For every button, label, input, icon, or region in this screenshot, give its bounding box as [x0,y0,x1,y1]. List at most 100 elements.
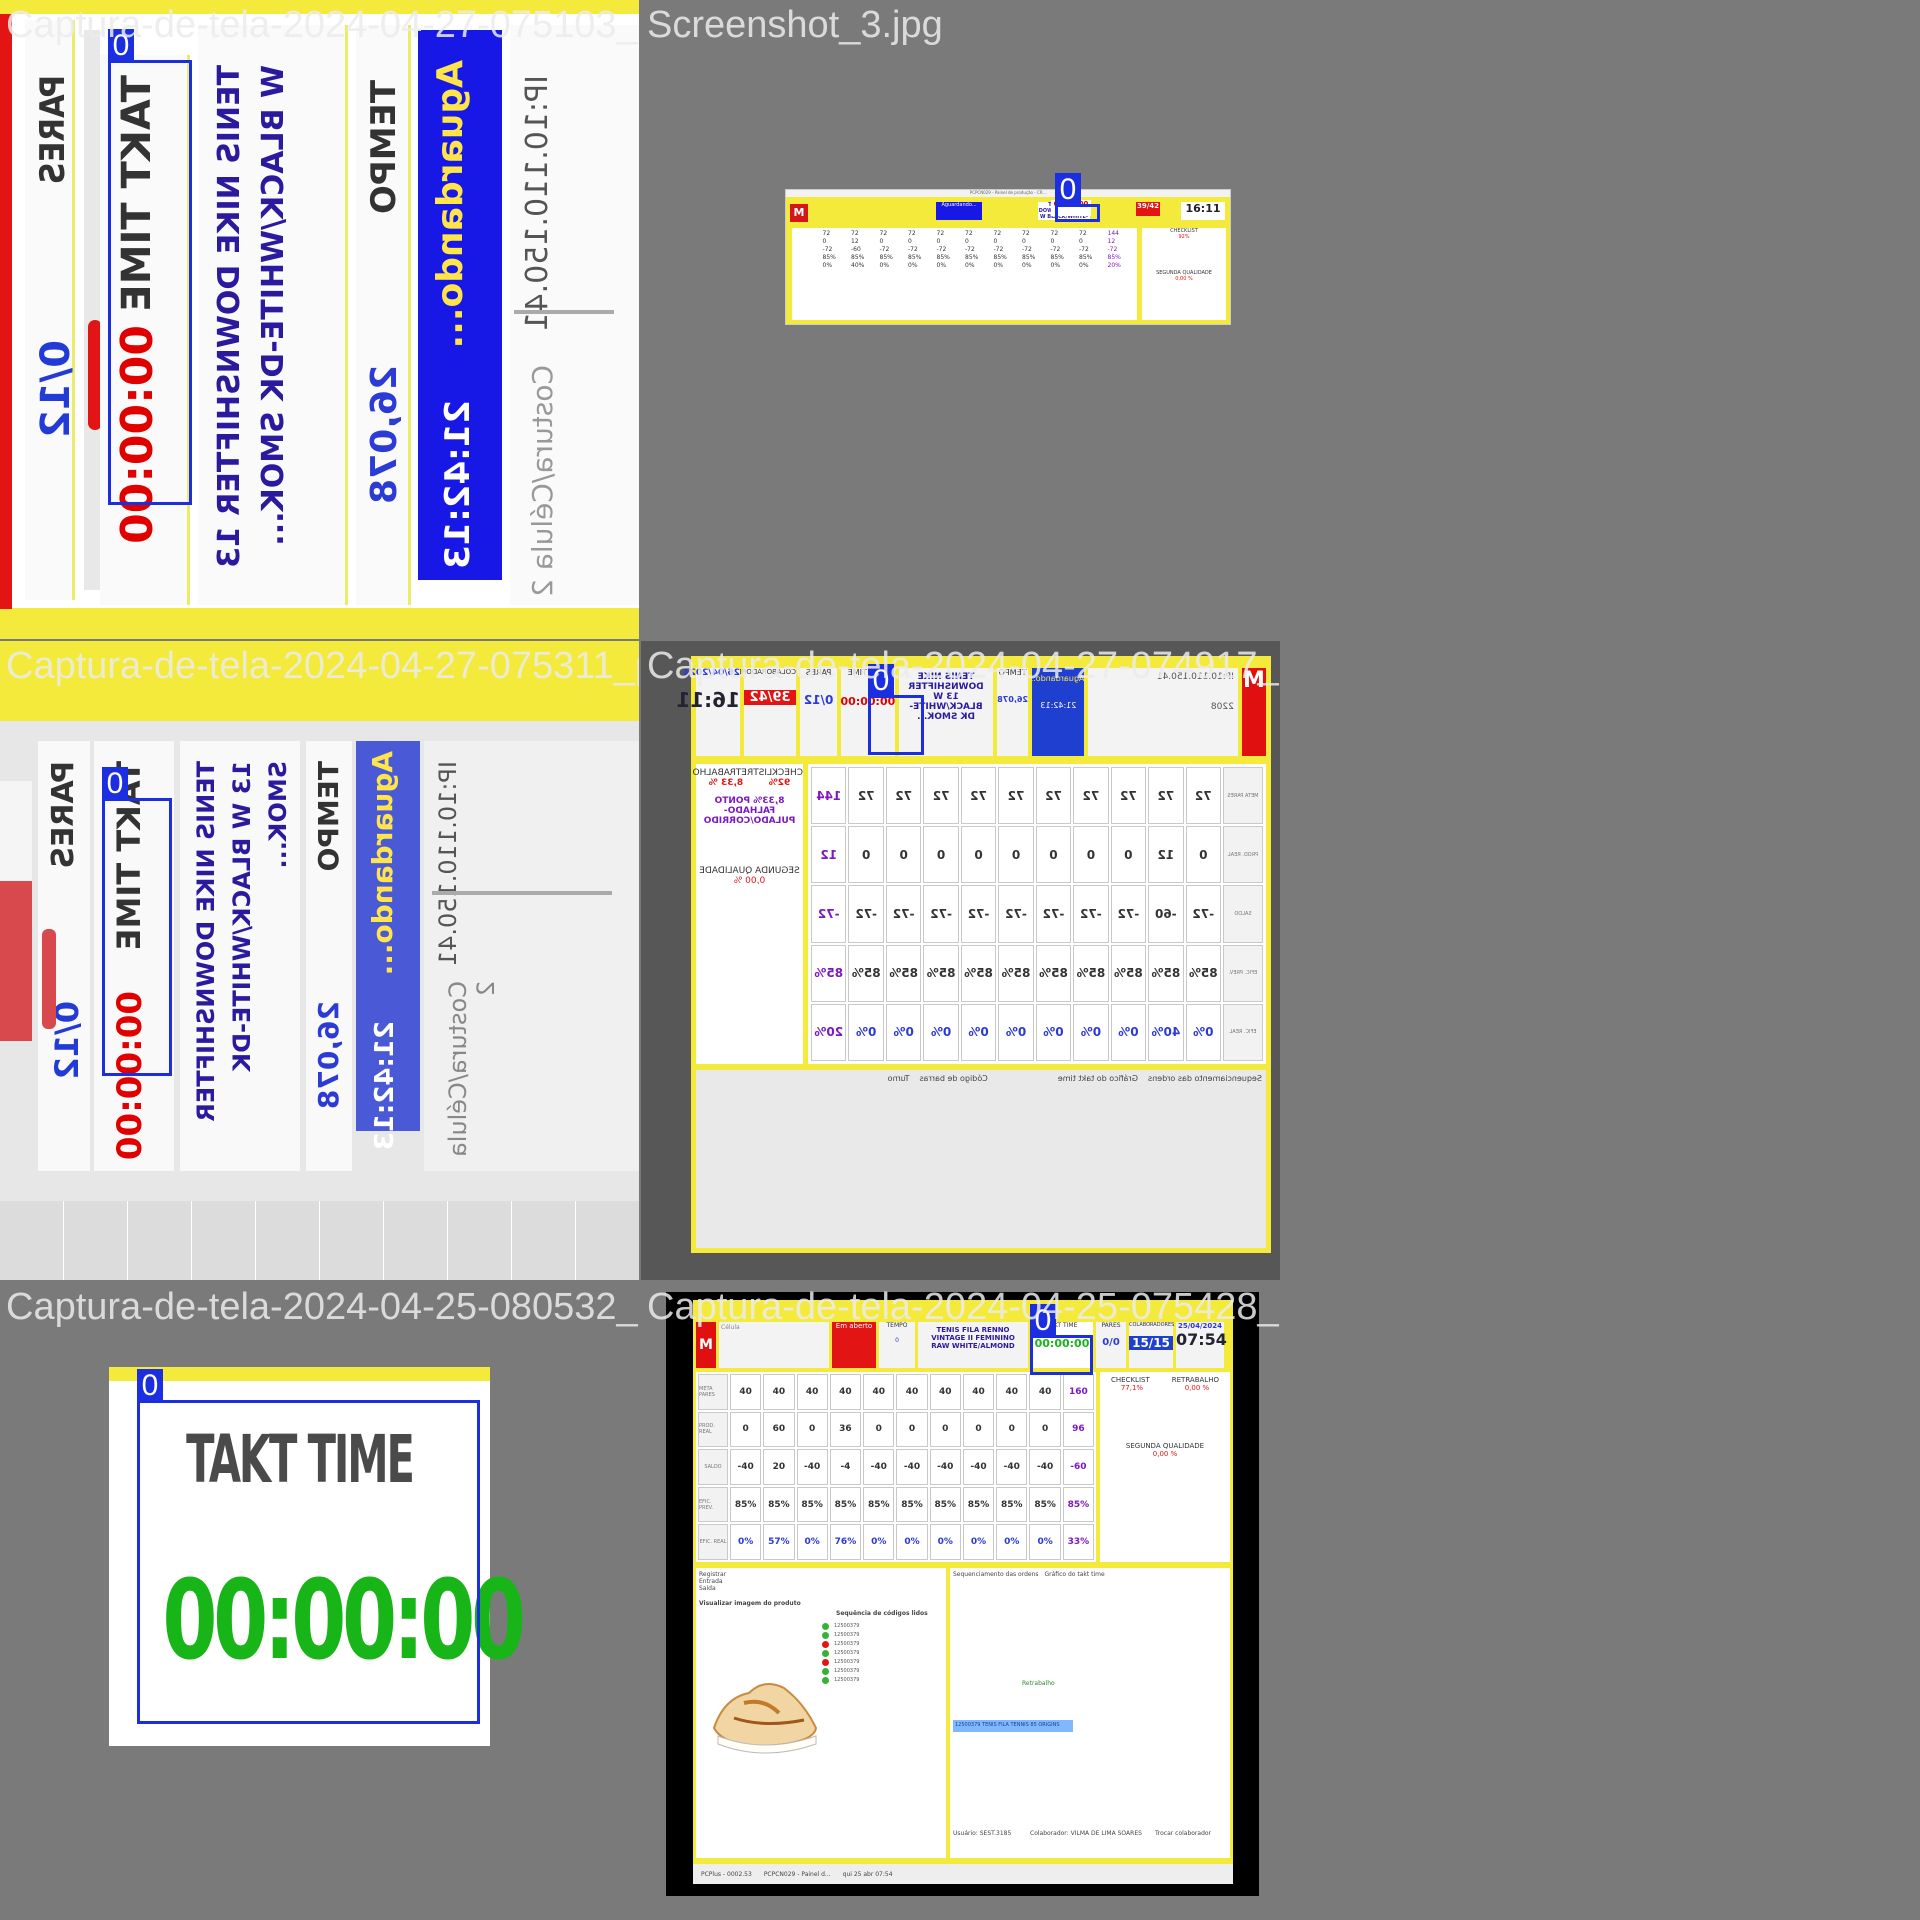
registrar-label: Registrar [699,1571,727,1578]
tile-1: PARES 0/12 TAKT TIME 00:00:00 TENIS NIKE… [0,0,639,639]
table-cell: 0% [796,1524,828,1560]
trocar-colaborador-button[interactable]: Trocar colaborador [1155,1830,1211,1837]
table-cell: 85% [998,944,1034,1002]
tab-grafico[interactable]: Gráfico do takt time [1058,1074,1138,1083]
pares-label-r: PARES [805,668,832,677]
segunda-value-small: 0,00 % [1175,276,1193,282]
colab-small: 39/42 [1136,202,1160,216]
takt-time-bbox: 0 [137,1369,480,1724]
clock-small: 16:11 [1181,202,1225,220]
cell-value-r: 2208 [1210,702,1234,712]
taskbar-clock: qui 25 abr 07:54 [842,1870,893,1878]
table-cell: 0 [929,1411,961,1448]
segunda-label-6: SEGUNDA QUALIDADE [1125,1442,1205,1450]
pares-value: 0/12 [33,340,79,439]
saida-radio[interactable]: Saída [699,1585,943,1592]
takt-time-bbox: 0 [102,767,172,1076]
tempo-value-z: 26,078 [312,1001,345,1110]
tile-2: PCPCN029 - Painel de produção - CR... M … [641,0,1280,639]
status-text: Aguardando... [430,60,471,349]
pares-column: PARES 0/12 [25,20,79,600]
time-r: 16:11 [676,688,741,712]
tempo-column: TEMPO 26,078 [356,25,411,605]
turno-label: Turno [887,1074,910,1083]
tile-6: M Célula Em aberto TEMPO 0 TENIS FILA RE… [641,1282,1280,1920]
table-cell: 85% [1185,944,1221,1002]
table-cell: 0% [998,1003,1034,1061]
status-column: Aguardando... 21:42:13 [418,30,502,580]
table-cell: 72 [1073,767,1109,825]
usuario-label: Usuário: SEST.3185 [953,1830,1012,1837]
colab-value-r: 39/42 [744,690,797,705]
date-r: 26/04/2024 [683,668,741,678]
table-cell: 85% [996,1486,1028,1523]
table-cell: -72 [811,885,847,943]
table-cell: -40 [863,1449,895,1485]
table-cell: 72 [848,767,884,825]
row-label: META PARES [698,1374,728,1410]
order-selected-row[interactable]: 12500379 TENIS FILA TENNIS 85 ORIGINS [953,1720,1073,1732]
tile-4: M IP:10.110.150.41 2208 Aguardando... 21… [641,641,1280,1280]
table-cell: 85% [863,1486,895,1523]
taskbar-item-pcplus[interactable]: PCPlus - 0002.53 [701,1871,752,1878]
retrabalho-value-6: 0,00 % [1184,1384,1210,1392]
red-strip [0,14,12,609]
table-cell: 0 [1073,826,1109,884]
table-cell: 40 [929,1374,961,1410]
segunda-label-r: SEGUNDA QUALIDADE [699,866,800,876]
row-label: SALDO [1223,885,1263,943]
table-cell: 0% [885,1003,922,1061]
visualizar-checkbox[interactable]: Visualizar imagem do produto [699,1600,943,1607]
panel-thumbnail: PCPCN029 - Painel de produção - CR... M … [785,189,1231,325]
product-6: TENIS FILA RENNO VINTAGE II FEMININO RAW… [918,1322,1028,1368]
pares-label-6: PARES [1101,1322,1121,1329]
table-cell: 96 [1062,1411,1094,1448]
colab-label-r: COLABORADORES [732,668,797,676]
table-cell: -40 [1029,1449,1061,1485]
window-title: PCPCN029 - Painel de produção - CR... [786,190,1230,197]
table-cell: 0 [796,1411,828,1448]
tile-2-label: Screenshot_3.jpg [647,4,943,46]
table-cell: -72 [998,885,1034,943]
tempo-value-r: 26,078 [997,695,1029,704]
barcode-label: Código de barras [919,1074,988,1083]
table-cell: -72 [960,885,997,943]
table-cell: 85% [1110,944,1147,1002]
table-cell: 40 [1029,1374,1061,1410]
pares-value-6: 0/0 [1102,1337,1120,1348]
date-6: 25/04/2024 [1177,1322,1223,1330]
tempo-label-r: TEMPO [998,668,1027,677]
table-cell: 57% [763,1524,795,1560]
table-cell: 85% [848,944,884,1002]
row-label: META PARES [1223,767,1263,825]
table-cell: 40 [962,1374,995,1410]
colaborador-label: Colaborador: VILMA DE LIMA SOARES [1030,1830,1142,1837]
table-cell: 40 [763,1374,795,1410]
table-cell: 72 [960,767,997,825]
tab-graf-6[interactable]: Gráfico do takt time [1045,1571,1105,1578]
tab-seq-6[interactable]: Sequenciamento das ordens [953,1571,1039,1578]
table-cell: 76% [829,1524,862,1560]
taskbar-item-painel[interactable]: PCPCN029 - Painel d... [764,1871,831,1878]
table-cell: 0 [896,1411,928,1448]
table-cell: -40 [996,1449,1028,1485]
takt-time-bbox: 0 [868,664,924,755]
table-cell: 0% [960,1003,997,1061]
cell-label-6: Célula [721,1324,740,1331]
retrabalho-button[interactable]: Retrabalho [1022,1680,1055,1687]
ip-r: IP:10.110.150.41 [1156,672,1234,682]
tile-5-label: Captura-de-tela-2024-04-25-080532_png.rf [6,1286,639,1328]
table-cell: 20% [811,1003,847,1061]
table-cell: 0 [998,826,1034,884]
status-time-z: 21:42:13 [370,1021,400,1151]
table-cell: 85% [896,1486,928,1523]
table-cell: 40 [730,1374,762,1410]
taskbar: PCPlus - 0002.53 PCPCN029 - Painel d... … [693,1864,1233,1884]
class-tag: 0 [108,29,134,63]
class-tag: 0 [137,1369,163,1403]
table-cell: -72 [1110,885,1147,943]
tab-sequenciamento[interactable]: Sequenciamento das ordens [1148,1074,1262,1083]
pares-label: PARES [33,75,73,185]
panel-full: M Célula Em aberto TEMPO 0 TENIS FILA RE… [693,1300,1233,1884]
entrada-radio[interactable]: Entrada [699,1578,943,1585]
